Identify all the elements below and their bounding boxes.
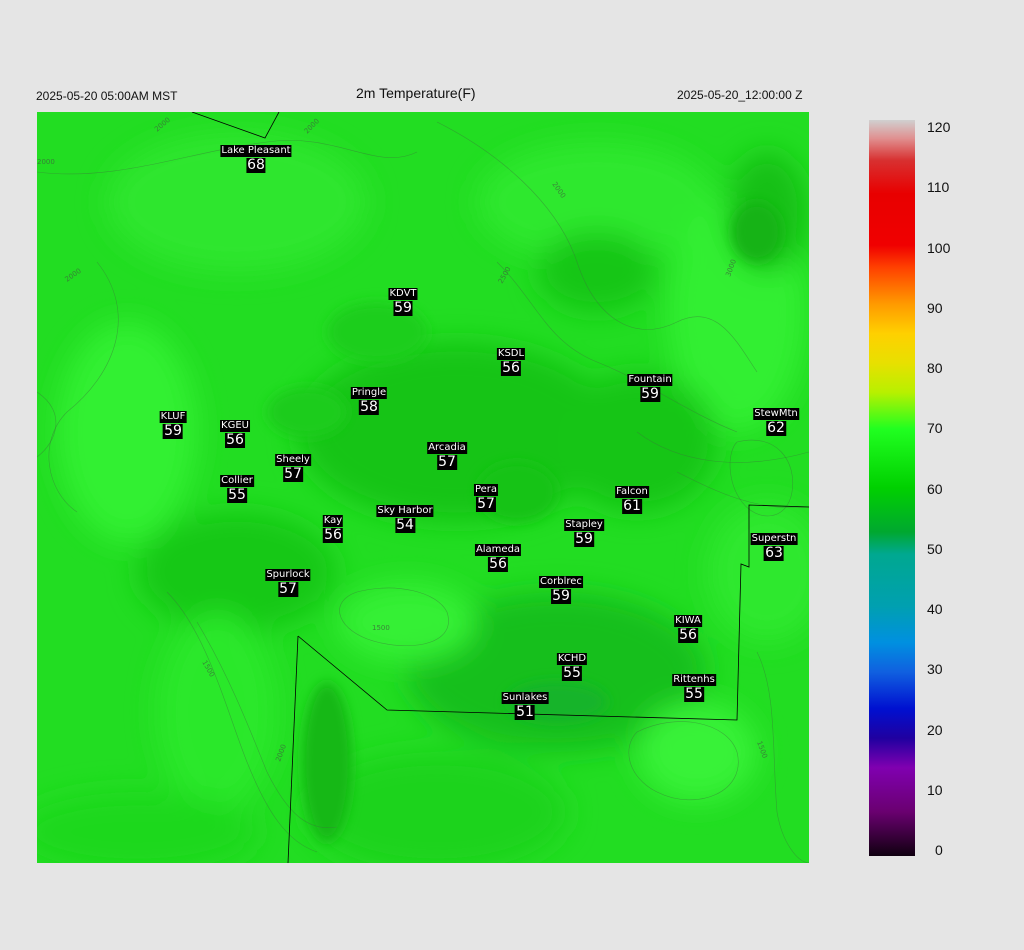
- station-name: KLUF: [159, 411, 187, 423]
- station-temperature: 61: [622, 498, 642, 514]
- station-name: Stapley: [564, 519, 604, 531]
- station-name: KGEU: [220, 420, 250, 432]
- station-name: Superstn: [750, 533, 798, 545]
- contour-label: 1500: [372, 624, 390, 632]
- station-temperature: 57: [283, 466, 303, 482]
- station-name: Arcadia: [427, 442, 467, 454]
- colorbar-tick-label: 100: [927, 239, 951, 256]
- station-temperature: 59: [163, 423, 183, 439]
- station-name: KIWA: [674, 615, 702, 627]
- station-temperature: 57: [278, 581, 298, 597]
- station-name: Corblrec: [539, 576, 583, 588]
- contour-label: 2000: [37, 158, 55, 166]
- colorbar-tick-label: 10: [927, 781, 943, 798]
- station-marker: KCHD 55: [556, 648, 588, 681]
- station-temperature: 55: [684, 686, 704, 702]
- colorbar-tick-label: 120: [927, 119, 951, 135]
- station-temperature: 56: [323, 527, 343, 543]
- station-temperature: 57: [437, 454, 457, 470]
- station-marker: Alameda 56: [474, 539, 522, 572]
- station-temperature: 62: [766, 420, 786, 436]
- station-temperature: 59: [393, 300, 413, 316]
- station-temperature: 59: [574, 531, 594, 547]
- station-name: StewMtn: [753, 408, 799, 420]
- station-marker: Kay 56: [322, 510, 344, 543]
- station-name: Sunlakes: [501, 692, 549, 704]
- station-name: Sheely: [275, 454, 311, 466]
- station-marker: Pringle 58: [350, 382, 388, 415]
- station-temperature: 56: [488, 556, 508, 572]
- station-marker: Sky Harbor 54: [376, 500, 434, 533]
- station-name: Sky Harbor: [376, 505, 434, 517]
- station-marker: Fountain 59: [627, 369, 673, 402]
- station-marker: KSDL 56: [496, 343, 526, 376]
- station-temperature: 54: [395, 517, 415, 533]
- station-name: Fountain: [627, 374, 673, 386]
- station-marker: StewMtn 62: [753, 403, 799, 436]
- station-name: Spurlock: [265, 569, 311, 581]
- map-title: 2m Temperature(F): [356, 85, 476, 101]
- station-marker: Superstn 63: [750, 528, 798, 561]
- colorbar-tick-label: 70: [927, 420, 943, 437]
- colorbar-tick-label: 50: [927, 540, 943, 557]
- station-temperature: 55: [227, 487, 247, 503]
- station-name: Collier: [220, 475, 254, 487]
- temperature-map: 2000 2000 2000 2000 2000 2500 1500 1500 …: [37, 112, 809, 863]
- map-field: 2000 2000 2000 2000 2000 2500 1500 1500 …: [37, 112, 809, 863]
- station-name: KCHD: [556, 653, 588, 665]
- local-time-label: 2025-05-20 05:00AM MST: [36, 89, 178, 103]
- station-name: Alameda: [474, 544, 522, 556]
- station-temperature: 68: [246, 157, 266, 173]
- station-marker: KGEU 56: [220, 415, 250, 448]
- station-name: Falcon: [615, 486, 649, 498]
- station-marker: Sunlakes 51: [501, 687, 549, 720]
- station-temperature: 56: [501, 360, 521, 376]
- station-name: Pera: [473, 484, 499, 496]
- station-marker: KLUF 59: [159, 406, 187, 439]
- station-temperature: 55: [562, 665, 582, 681]
- station-name: Kay: [322, 515, 344, 527]
- colorbar-tick-label: 90: [927, 299, 943, 316]
- station-temperature: 63: [764, 545, 784, 561]
- station-name: KSDL: [496, 348, 526, 360]
- station-temperature: 59: [640, 386, 660, 402]
- colorbar-tick-label: 60: [927, 480, 943, 497]
- station-name: KDVT: [388, 288, 418, 300]
- station-marker: KIWA 56: [674, 610, 702, 643]
- station-marker: Rittenhs 55: [672, 669, 716, 702]
- station-name: Lake Pleasant: [220, 145, 292, 157]
- station-marker: Lake Pleasant 68: [220, 140, 292, 173]
- station-marker: KDVT 59: [388, 283, 418, 316]
- temperature-colorbar: [869, 120, 915, 856]
- colorbar-tick-label: 30: [927, 661, 943, 678]
- station-marker: Arcadia 57: [427, 437, 467, 470]
- colorbar-tick-label: 110: [927, 179, 950, 196]
- station-marker: Stapley 59: [564, 514, 604, 547]
- colorbar-tick-label: 20: [927, 721, 943, 738]
- station-name: Pringle: [350, 387, 388, 399]
- station-temperature: 57: [476, 496, 496, 512]
- colorbar-tick-label: 40: [927, 601, 943, 617]
- colorbar-tick-label: 0: [935, 842, 943, 858]
- station-temperature: 56: [678, 627, 698, 643]
- station-marker: Spurlock 57: [265, 564, 311, 597]
- station-marker: Corblrec 59: [539, 571, 583, 604]
- valid-time-label: 2025-05-20_12:00:00 Z: [677, 88, 803, 102]
- colorbar-tick-label: 80: [927, 360, 943, 376]
- station-marker: Falcon 61: [615, 481, 649, 514]
- station-name: Rittenhs: [672, 674, 716, 686]
- station-temperature: 58: [359, 399, 379, 415]
- station-temperature: 51: [515, 704, 535, 720]
- station-temperature: 56: [225, 432, 245, 448]
- station-marker: Sheely 57: [275, 449, 311, 482]
- colorbar-gradient: [869, 120, 915, 856]
- station-temperature: 59: [551, 588, 571, 604]
- station-marker: Collier 55: [220, 470, 254, 503]
- station-marker: Pera 57: [473, 479, 499, 512]
